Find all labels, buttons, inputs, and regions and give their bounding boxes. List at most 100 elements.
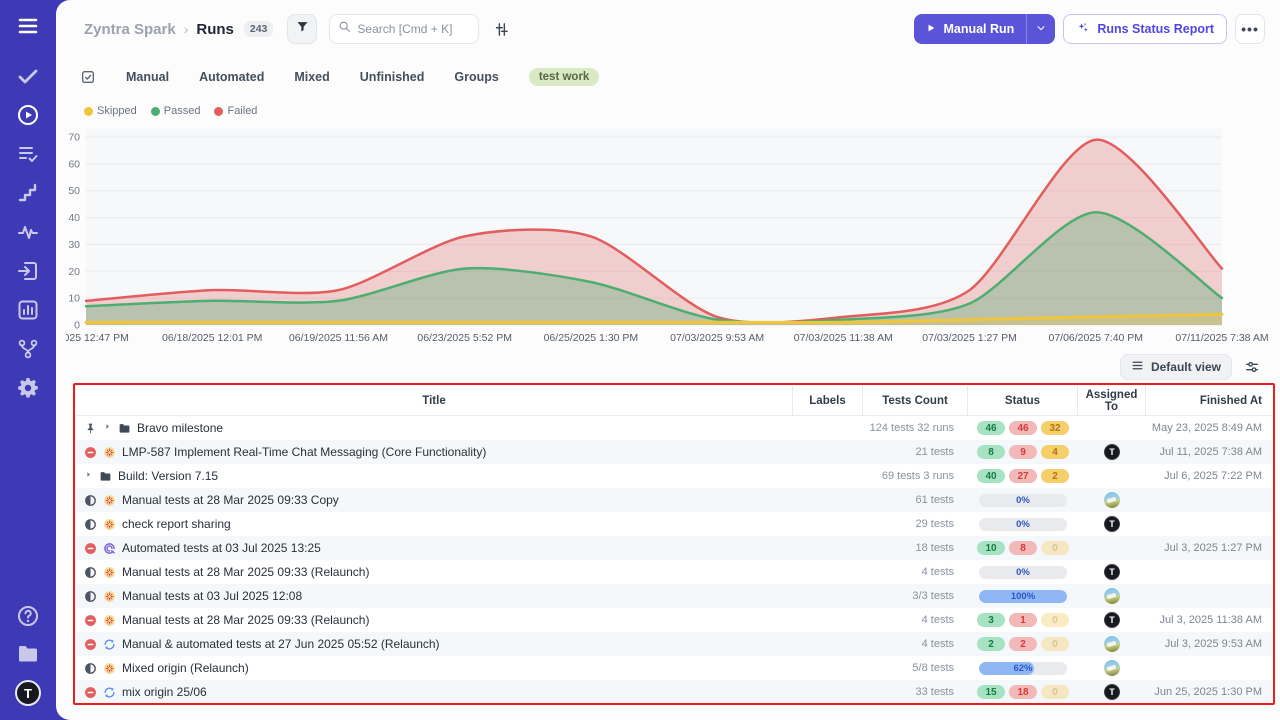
run-title[interactable]: Bravo milestone: [137, 421, 223, 435]
search-settings-icon[interactable]: [493, 21, 510, 38]
chevron-right-icon[interactable]: [103, 422, 112, 435]
column-header-finished-at[interactable]: Finished At: [1146, 386, 1272, 415]
table-row[interactable]: Automated tests at 03 Jul 2025 13:2518 t…: [76, 536, 1272, 560]
assigned-to-cell: T: [1078, 564, 1146, 580]
run-title[interactable]: Manual tests at 28 Mar 2025 09:33 (Relau…: [122, 565, 369, 579]
table-row[interactable]: Manual & automated tests at 27 Jun 2025 …: [76, 632, 1272, 656]
bar-chart-icon[interactable]: [16, 298, 40, 322]
passed-badge: 10: [977, 541, 1005, 555]
legend-item-passed[interactable]: Passed: [151, 105, 201, 117]
import-icon[interactable]: [16, 259, 40, 283]
search-input[interactable]: [357, 22, 470, 36]
tag-test-work[interactable]: test work: [529, 68, 600, 86]
breadcrumb-project[interactable]: Zyntra Spark: [84, 21, 176, 38]
gear-icon[interactable]: [16, 376, 40, 400]
legend-label: Skipped: [97, 105, 137, 117]
tab-automated[interactable]: Automated: [199, 70, 264, 84]
run-title[interactable]: Automated tests at 03 Jul 2025 13:25: [122, 541, 321, 555]
runs-status-report-button[interactable]: Runs Status Report: [1063, 14, 1227, 44]
finished-at-cell: Jul 6, 2025 7:22 PM: [1146, 470, 1272, 482]
assigned-to-cell: [1078, 588, 1146, 604]
table-view-icon: [1131, 359, 1144, 375]
run-title-cell: Manual & automated tests at 27 Jun 2025 …: [76, 637, 793, 651]
failed-badge: 27: [1009, 469, 1037, 483]
more-button[interactable]: •••: [1235, 14, 1265, 44]
column-header-title[interactable]: Title: [76, 386, 793, 415]
stopped-icon: [84, 686, 97, 699]
tab-groups[interactable]: Groups: [454, 70, 498, 84]
y-tick-label: 0: [74, 320, 80, 332]
table-row[interactable]: Build: Version 7.1569 tests 3 runs40272J…: [76, 464, 1272, 488]
help-icon[interactable]: [16, 604, 40, 628]
table-row[interactable]: LMP-587 Implement Real-Time Chat Messagi…: [76, 440, 1272, 464]
assignee-avatar[interactable]: [1104, 660, 1120, 676]
legend-dot: [214, 107, 223, 116]
run-title[interactable]: Build: Version 7.15: [118, 469, 218, 483]
run-title[interactable]: LMP-587 Implement Real-Time Chat Messagi…: [122, 445, 486, 459]
view-bar: Default view: [1120, 354, 1260, 380]
fork-icon[interactable]: [16, 337, 40, 361]
table-row[interactable]: Manual tests at 28 Mar 2025 09:33 (Relau…: [76, 608, 1272, 632]
avatar[interactable]: T: [15, 680, 41, 706]
run-title[interactable]: Manual tests at 03 Jul 2025 12:08: [122, 589, 302, 603]
table-row[interactable]: check report sharing29 tests0%T: [76, 512, 1272, 536]
column-header-status[interactable]: Status: [968, 386, 1078, 415]
default-view-button[interactable]: Default view: [1120, 354, 1232, 380]
legend-item-skipped[interactable]: Skipped: [84, 105, 137, 117]
manual-run-button[interactable]: Manual Run: [914, 14, 1055, 44]
pulse-icon[interactable]: [16, 220, 40, 244]
column-header-labels[interactable]: Labels: [793, 386, 863, 415]
table-row[interactable]: Manual tests at 03 Jul 2025 12:083/3 tes…: [76, 584, 1272, 608]
table-row[interactable]: mix origin 25/0633 tests15180TJun 25, 20…: [76, 680, 1272, 704]
column-header-tests-count[interactable]: Tests Count: [863, 386, 968, 415]
table-row[interactable]: Manual tests at 28 Mar 2025 09:33 (Relau…: [76, 560, 1272, 584]
assignee-avatar[interactable]: [1104, 492, 1120, 508]
select-all-icon[interactable]: [80, 69, 96, 85]
progress-label: 62%: [979, 662, 1067, 675]
page-header: Zyntra Spark › Runs 243 Manual Run Runs …: [56, 0, 1280, 58]
stopped-icon: [84, 542, 97, 555]
assignee-avatar[interactable]: T: [1104, 684, 1120, 700]
tab-manual[interactable]: Manual: [126, 70, 169, 84]
legend-item-failed[interactable]: Failed: [214, 105, 257, 117]
pin-icon: [84, 422, 97, 435]
run-title[interactable]: Manual tests at 28 Mar 2025 09:33 Copy: [122, 493, 339, 507]
filter-button[interactable]: [287, 14, 317, 44]
progress-label: 0%: [979, 566, 1067, 579]
assignee-avatar[interactable]: T: [1104, 516, 1120, 532]
table-row[interactable]: Bravo milestone124 tests 32 runs464632Ma…: [76, 416, 1272, 440]
skipped-badge: 0: [1041, 637, 1069, 651]
tab-unfinished[interactable]: Unfinished: [360, 70, 425, 84]
sliders-horizontal-icon[interactable]: [1244, 359, 1260, 375]
run-title[interactable]: mix origin 25/06: [122, 685, 207, 699]
run-title-cell: Manual tests at 28 Mar 2025 09:33 Copy: [76, 493, 793, 507]
failed-badge: 18: [1009, 685, 1037, 699]
page-title: Runs: [196, 21, 234, 38]
play-circle-icon[interactable]: [16, 103, 40, 127]
status-cell: 15180: [968, 685, 1078, 699]
table-row[interactable]: Manual tests at 28 Mar 2025 09:33 Copy61…: [76, 488, 1272, 512]
chevron-right-icon[interactable]: [84, 470, 93, 483]
folder-big-icon[interactable]: [16, 642, 40, 666]
list-check-icon[interactable]: [16, 142, 40, 166]
assigned-to-cell: T: [1078, 444, 1146, 460]
run-title[interactable]: check report sharing: [122, 517, 231, 531]
manual-run-dropdown[interactable]: [1026, 14, 1055, 44]
table-row[interactable]: Mixed origin (Relaunch)5/8 tests62%: [76, 656, 1272, 680]
tests-count-cell: 124 tests 32 runs: [863, 422, 968, 434]
menu-icon[interactable]: [16, 14, 40, 38]
run-title[interactable]: Mixed origin (Relaunch): [122, 661, 249, 675]
assignee-avatar[interactable]: T: [1104, 612, 1120, 628]
run-title[interactable]: Manual tests at 28 Mar 2025 09:33 (Relau…: [122, 613, 369, 627]
assignee-avatar[interactable]: [1104, 636, 1120, 652]
y-tick-label: 60: [68, 158, 80, 170]
failed-badge: 8: [1009, 541, 1037, 555]
tab-mixed[interactable]: Mixed: [294, 70, 329, 84]
assignee-avatar[interactable]: T: [1104, 444, 1120, 460]
assignee-avatar[interactable]: T: [1104, 564, 1120, 580]
run-title[interactable]: Manual & automated tests at 27 Jun 2025 …: [122, 637, 440, 651]
steps-icon[interactable]: [16, 181, 40, 205]
check-icon[interactable]: [16, 64, 40, 88]
column-header-assigned-to[interactable]: Assigned To: [1078, 386, 1146, 415]
assignee-avatar[interactable]: [1104, 588, 1120, 604]
